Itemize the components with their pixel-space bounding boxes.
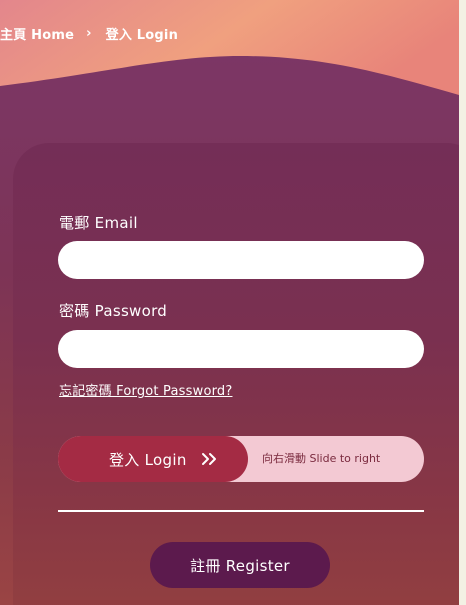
slide-to-login-handle[interactable]: 登入 Login [58,436,248,482]
forgot-password-link[interactable]: 忘記密碼 Forgot Password? [59,380,232,399]
slide-to-login-track: 向右滑動 Slide to right 登入 Login [58,436,424,482]
login-handle-label: 登入 Login [109,450,187,469]
double-chevron-right-icon [201,453,216,465]
register-button[interactable]: 註冊 Register [150,542,330,588]
login-screen: 主頁 Home › 登入 Login 電郵 Email 密碼 Password … [0,0,459,605]
password-field[interactable] [58,330,424,368]
breadcrumb-separator-icon: › [86,25,92,41]
email-label: 電郵 Email [59,214,138,232]
breadcrumb-current: 登入 Login [105,27,179,43]
breadcrumb: 主頁 Home › 登入 Login [0,23,178,43]
divider [58,510,424,512]
header-wave-background [0,0,459,95]
breadcrumb-home-link[interactable]: 主頁 Home [0,24,74,43]
slide-hint-text: 向右滑動 Slide to right [262,452,381,465]
email-field[interactable] [58,241,424,279]
password-label: 密碼 Password [59,302,168,320]
